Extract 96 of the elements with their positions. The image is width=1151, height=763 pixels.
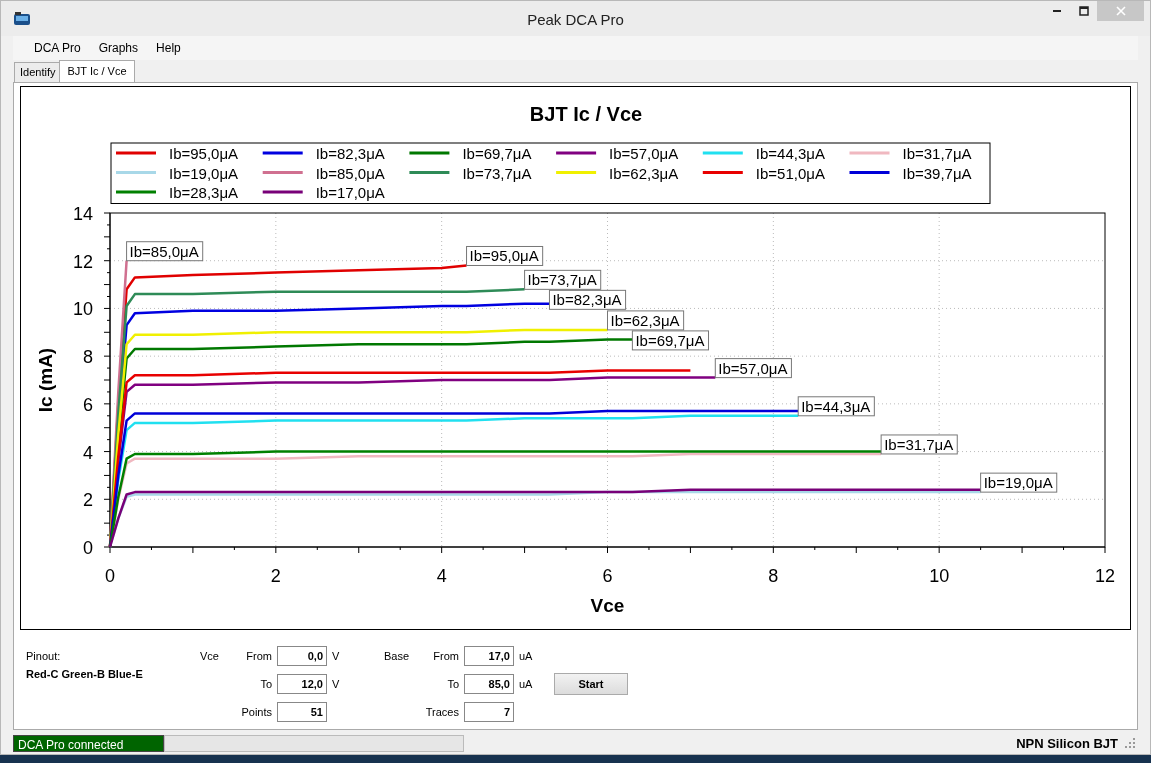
field-label: Vce (199, 650, 219, 662)
unit-label: V (332, 678, 341, 690)
legend-line-icon (116, 151, 156, 155)
field-label: Base (382, 650, 409, 662)
y-tick-label: 10 (72, 299, 93, 320)
data-label: Ib=85,0μA (126, 241, 204, 262)
y-tick-label: 6 (83, 394, 93, 415)
maximize-icon (1078, 6, 1089, 16)
annotation: Ib=85,0μA (129, 242, 199, 260)
legend-line-icon (116, 171, 156, 174)
legend-label: Ib=51,0μA (755, 164, 825, 182)
y-tick-label: 2 (83, 490, 93, 511)
data-label: Ib=44,3μA (797, 396, 875, 417)
field-label: From (245, 650, 272, 662)
x-tick-label: 12 (1095, 566, 1115, 586)
window-title: Peak DCA Pro (527, 11, 624, 28)
y-tick-label: 0 (83, 538, 93, 558)
legend-label: Ib=69,7μA (462, 145, 532, 162)
annotation: Ib=19,0μA (983, 474, 1053, 492)
input-field[interactable]: 85,0 (464, 674, 514, 694)
tab[interactable]: BJT Ic / Vce (59, 60, 135, 82)
annotation: Ib=82,3μA (552, 291, 622, 309)
annotation: Ib=62,3μA (610, 311, 680, 329)
field-label: Points (240, 706, 272, 718)
data-label: Ib=73,7μA (524, 269, 602, 290)
legend-label: Ib=17,0μA (315, 184, 385, 201)
legend-line-icon (556, 171, 597, 174)
legend-line-icon (409, 171, 450, 174)
data-label: Ib=19,0μA (980, 472, 1058, 493)
y-tick-label: 8 (83, 347, 93, 368)
start-button[interactable]: Start (554, 673, 628, 695)
input-field[interactable]: 12,0 (277, 674, 327, 694)
annotation: Ib=95,0μA (469, 247, 539, 265)
x-tick-label: 6 (602, 566, 613, 586)
device-type: NPN Silicon BJT (1016, 735, 1118, 751)
legend-line-icon (262, 151, 303, 155)
legend-label: Ib=95,0μA (169, 145, 239, 162)
annotation: Ib=73,7μA (527, 271, 597, 289)
x-tick-label: 2 (270, 566, 281, 586)
data-label: Ib=31,7μA (880, 434, 958, 455)
legend-line-icon (849, 171, 890, 174)
unit-label: uA (519, 650, 534, 662)
legend-label: Ib=82,3μA (315, 145, 385, 162)
legend-label: Ib=19,0μA (169, 164, 239, 182)
data-label: Ib=82,3μA (548, 289, 627, 310)
field-label: To (446, 678, 459, 690)
legend-label: Ib=44,3μA (755, 145, 825, 162)
legend-line-icon (702, 151, 743, 155)
legend-label: Ib=73,7μA (462, 164, 532, 182)
data-label: Ib=95,0μA (466, 246, 544, 266)
legend-label: Ib=39,7μA (902, 164, 972, 182)
legend-label: Ib=57,0μA (609, 145, 679, 162)
y-tick-label: 4 (83, 442, 93, 463)
app-icon (13, 10, 31, 27)
resize-grip-icon[interactable] (1124, 737, 1136, 749)
menu-item[interactable]: Graphs (92, 41, 145, 55)
tab[interactable]: Identify (14, 62, 61, 82)
legend-line-icon (262, 171, 303, 174)
legend-line-icon (116, 190, 156, 194)
x-axis-label: Vce (590, 595, 625, 616)
data-label: Ib=69,7μA (631, 330, 709, 351)
unit-label: uA (519, 678, 534, 690)
x-tick-label: 4 (436, 566, 447, 586)
data-label: Ib=62,3μA (607, 310, 685, 331)
unit-label: V (332, 650, 341, 662)
field-label: To (259, 678, 272, 690)
legend-line-icon (409, 151, 450, 155)
input-field[interactable]: 17,0 (464, 646, 514, 666)
legend-line-icon (262, 190, 303, 194)
minimize-icon (1052, 10, 1061, 12)
pinout-label: Pinout: (26, 650, 62, 662)
legend-line-icon (702, 171, 743, 174)
chart-title: BJT Ic / Vce (529, 103, 643, 125)
y-axis-label: Ic (mA) (35, 347, 56, 413)
legend-line-icon (849, 151, 890, 155)
input-field[interactable]: 0,0 (277, 646, 327, 666)
x-tick-label: 8 (768, 566, 779, 586)
menu-item[interactable]: Help (150, 41, 187, 55)
input-field[interactable]: 7 (464, 702, 514, 722)
field-label: From (432, 650, 459, 662)
close-icon (1115, 6, 1126, 16)
legend-label: Ib=62,3μA (609, 164, 679, 182)
input-field[interactable]: 51 (277, 702, 327, 722)
y-tick-label: 14 (72, 204, 93, 224)
legend-label: Ib=85,0μA (315, 164, 385, 182)
menu-item[interactable]: DCA Pro (28, 41, 87, 55)
legend-label: Ib=31,7μA (902, 145, 972, 162)
connection-status: DCA Pro connected (13, 734, 164, 752)
x-tick-label: 0 (105, 566, 115, 586)
legend-line-icon (556, 151, 597, 155)
field-label: Traces (424, 706, 459, 718)
legend-label: Ib=28,3μA (169, 184, 239, 201)
data-label: Ib=57,0μA (714, 358, 792, 379)
y-tick-label: 12 (72, 251, 93, 272)
pinout-value: Red-C Green-B Blue-E (26, 668, 144, 680)
x-tick-label: 10 (929, 566, 950, 586)
